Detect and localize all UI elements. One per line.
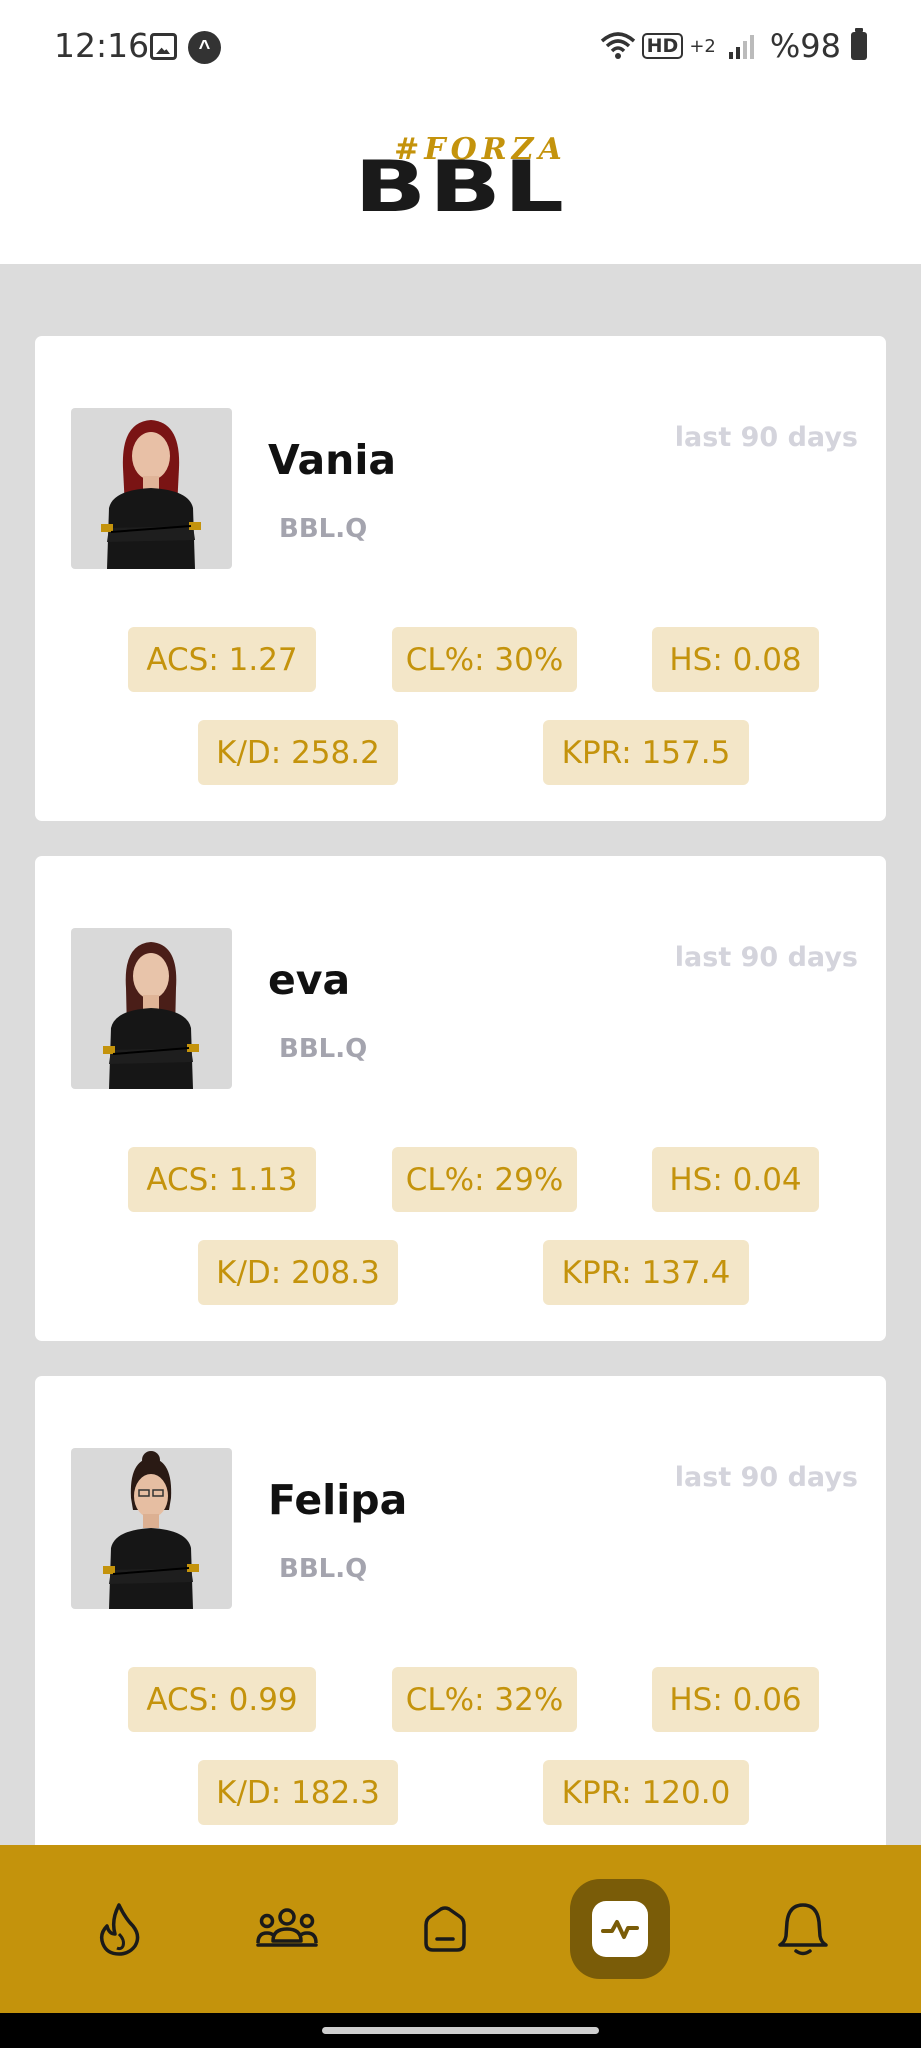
player-avatar <box>71 1448 232 1609</box>
bottom-nav <box>0 1845 921 2013</box>
nav-active-indicator <box>570 1879 670 1979</box>
nav-feed[interactable] <box>59 1845 179 2013</box>
player-photo <box>103 942 199 1089</box>
logo: BBL <box>354 146 567 228</box>
nav-team[interactable] <box>227 1845 347 2013</box>
wifi-icon <box>600 31 636 61</box>
battery-icon <box>851 28 867 60</box>
gallery-icon <box>150 33 177 60</box>
nav-notifications[interactable] <box>743 1845 863 2013</box>
alert-icon: ^ <box>188 31 221 64</box>
activity-icon <box>601 1920 639 1939</box>
app-header: #FORZA BBL <box>0 92 921 264</box>
player-team: BBL.Q <box>279 514 368 544</box>
nav-stats[interactable] <box>560 1845 680 2013</box>
status-indicators: HD +2 %98 <box>600 26 867 66</box>
stat-cl-chip: CL%: 32% <box>392 1667 577 1732</box>
stat-cl-chip: CL%: 29% <box>392 1147 577 1212</box>
home-icon <box>424 1906 466 1952</box>
stat-hs-chip: HS: 0.04 <box>652 1147 819 1212</box>
home-gesture-handle[interactable] <box>322 2027 599 2034</box>
player-name: eva <box>268 956 351 1004</box>
stat-acs-chip: ACS: 1.27 <box>128 627 316 692</box>
bell-icon <box>778 1903 828 1956</box>
stat-kpr-chip: KPR: 137.4 <box>543 1240 749 1305</box>
status-time: 12:16 <box>54 26 150 65</box>
player-team: BBL.Q <box>279 1034 368 1064</box>
battery-level: %98 <box>769 27 841 65</box>
stat-acs-chip: ACS: 1.13 <box>128 1147 316 1212</box>
player-team: BBL.Q <box>279 1554 368 1584</box>
player-avatar <box>71 928 232 1089</box>
stat-hs-chip: HS: 0.08 <box>652 627 819 692</box>
player-avatar <box>71 408 232 569</box>
stat-kpr-chip: KPR: 120.0 <box>543 1760 749 1825</box>
nav-active-icon-bg <box>592 1901 648 1957</box>
flame-icon <box>99 1903 140 1956</box>
player-photo <box>101 420 201 569</box>
stat-cl-chip: CL%: 30% <box>392 627 577 692</box>
stat-kpr-chip: KPR: 157.5 <box>543 720 749 785</box>
stat-kd-chip: K/D: 258.2 <box>198 720 398 785</box>
team-icon <box>256 1908 318 1947</box>
player-photo <box>103 1451 199 1609</box>
player-card[interactable]: eva BBL.Q last 90 days ACS: 1.13 CL%: 29… <box>35 856 886 1341</box>
stat-kd-chip: K/D: 182.3 <box>198 1760 398 1825</box>
player-name: Vania <box>268 436 397 484</box>
player-list: Vania BBL.Q last 90 days ACS: 1.27 CL%: … <box>35 336 886 1931</box>
system-navigation-bar <box>0 2013 921 2048</box>
player-card[interactable]: Felipa BBL.Q last 90 days ACS: 0.99 CL%:… <box>35 1376 886 1896</box>
period-label: last 90 days <box>674 942 858 973</box>
player-card[interactable]: Vania BBL.Q last 90 days ACS: 1.27 CL%: … <box>35 336 886 821</box>
period-label: last 90 days <box>674 422 858 453</box>
stat-hs-chip: HS: 0.06 <box>652 1667 819 1732</box>
period-label: last 90 days <box>674 1462 858 1493</box>
stat-acs-chip: ACS: 0.99 <box>128 1667 316 1732</box>
player-name: Felipa <box>268 1476 408 1524</box>
stat-kd-chip: K/D: 208.3 <box>198 1240 398 1305</box>
nav-home[interactable] <box>385 1845 505 2013</box>
status-bar: 12:16 ^ HD +2 %98 <box>0 0 921 92</box>
network-label: +2 <box>689 35 716 57</box>
signal-icon <box>728 32 756 60</box>
hd-badge: HD <box>641 33 684 59</box>
